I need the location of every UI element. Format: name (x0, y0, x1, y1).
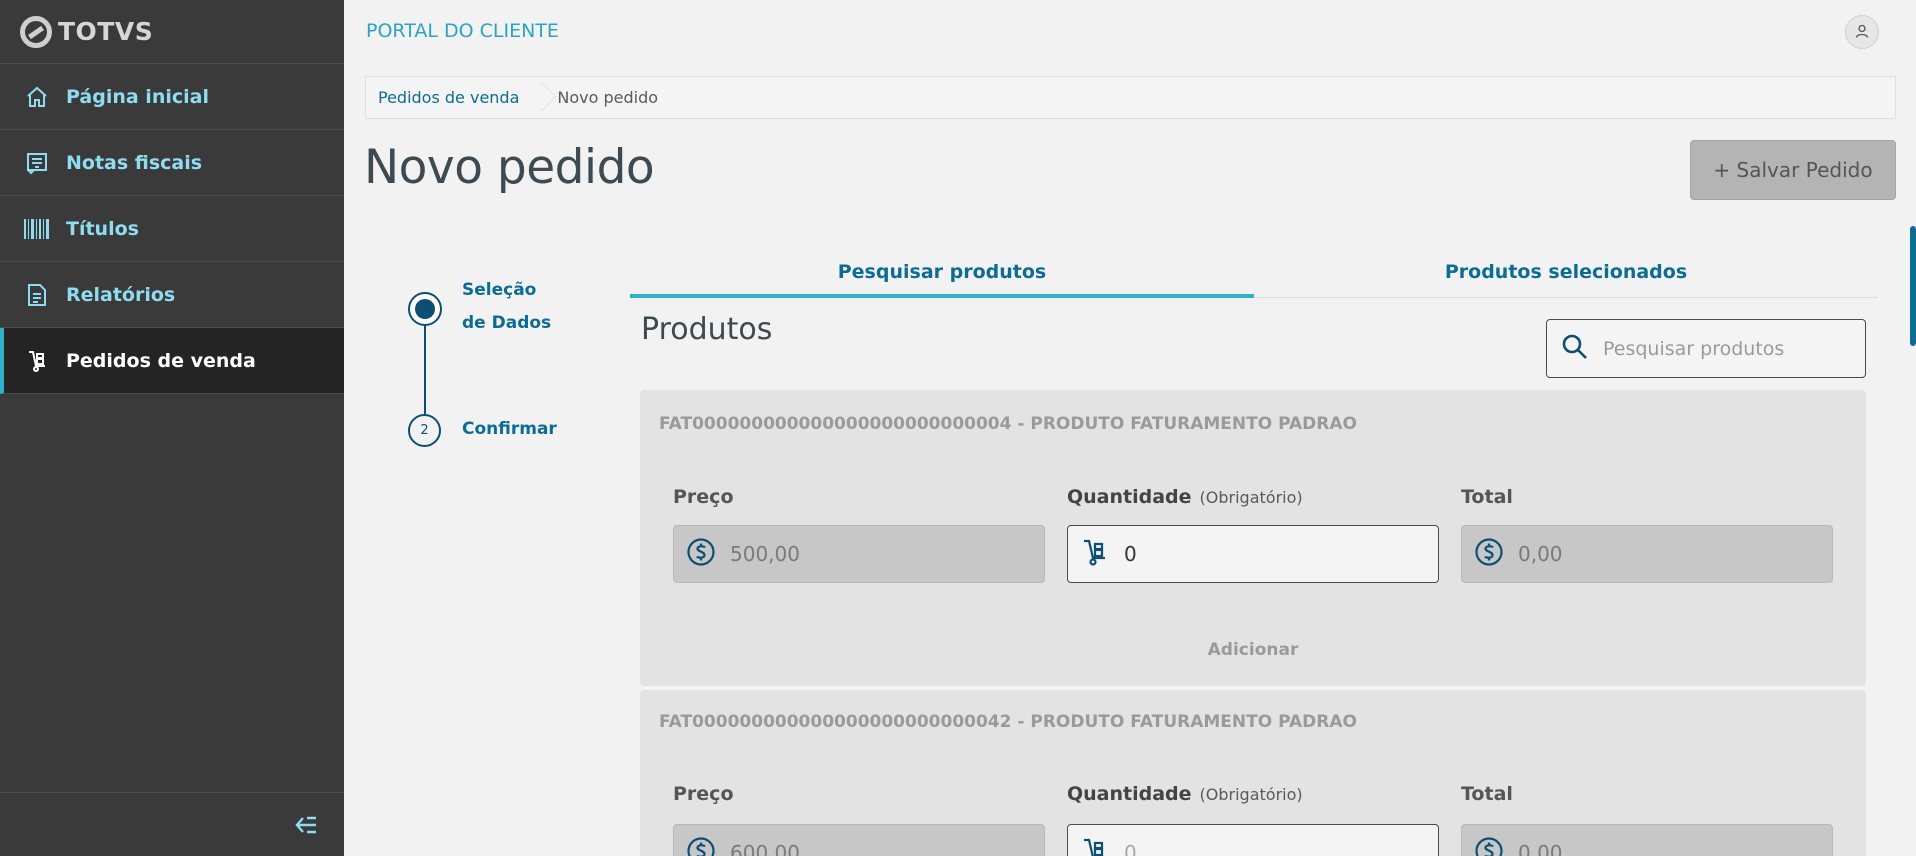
quantity-field[interactable]: 0 (1067, 525, 1439, 583)
sidebar-item-label: Notas fiscais (66, 151, 203, 174)
product-title: FAT000000000000000000000000004 - PRODUTO… (659, 414, 1357, 434)
search-icon (1561, 333, 1589, 365)
brand-name: TOTVS (58, 17, 154, 46)
dollar-icon (1474, 537, 1504, 571)
portal-title: PORTAL DO CLIENTE (366, 20, 559, 42)
total-field: 0,00 (1461, 525, 1833, 583)
step-1-label-line2[interactable]: de Dados (462, 307, 551, 340)
user-icon (1855, 23, 1869, 42)
required-hint: (Obrigatório) (1199, 488, 1303, 507)
total-label: Total (1461, 783, 1513, 805)
tab-pesquisar-produtos[interactable]: Pesquisar produtos (630, 246, 1254, 298)
tab-produtos-selecionados[interactable]: Produtos selecionados (1254, 246, 1878, 297)
search-input[interactable] (1603, 337, 1843, 360)
page-title: Novo pedido (364, 140, 655, 195)
receipt-icon (24, 150, 50, 176)
totvs-logo-icon (20, 15, 52, 48)
hand-truck-icon (24, 348, 50, 374)
step-2-indicator[interactable]: 2 (408, 414, 441, 447)
sidebar-item-pedidos-de-venda[interactable]: Pedidos de venda (0, 328, 344, 394)
product-search-box[interactable] (1546, 319, 1866, 378)
dollar-icon (686, 537, 716, 571)
sidebar-item-label: Títulos (66, 217, 139, 240)
brand-logo[interactable]: TOTVS (0, 0, 344, 64)
sidebar-item-label: Pedidos de venda (66, 349, 256, 372)
sidebar-item-titulos[interactable]: Títulos (0, 196, 344, 262)
scrollbar-thumb[interactable] (1910, 226, 1916, 346)
step-2-label[interactable]: Confirmar (462, 413, 557, 446)
hand-truck-icon (1080, 537, 1110, 571)
total-value: 0,00 (1518, 841, 1563, 856)
add-product-button[interactable]: Adicionar (640, 640, 1866, 660)
user-avatar[interactable] (1845, 15, 1879, 49)
quantity-label: Quantidade (Obrigatório) (1067, 486, 1303, 508)
quantity-field[interactable]: 0 (1067, 824, 1439, 856)
save-order-button[interactable]: + Salvar Pedido (1690, 140, 1896, 200)
sidebar-item-label: Relatórios (66, 283, 176, 306)
required-hint: (Obrigatório) (1199, 785, 1303, 804)
product-title: FAT000000000000000000000000042 - PRODUTO… (659, 712, 1357, 732)
breadcrumb-link-pedidos[interactable]: Pedidos de venda (378, 88, 519, 107)
step-1-label-line1[interactable]: Seleção (462, 274, 536, 307)
quantity-label-text: Quantidade (1067, 783, 1192, 805)
product-card: FAT000000000000000000000000004 - PRODUTO… (640, 390, 1866, 686)
quantity-placeholder[interactable]: 0 (1124, 841, 1137, 856)
quantity-label-text: Quantidade (1067, 486, 1192, 508)
breadcrumb: Pedidos de venda Novo pedido (365, 76, 1896, 119)
sidebar-item-label: Página inicial (66, 85, 209, 108)
sidebar-footer (0, 792, 344, 856)
step-1-indicator[interactable] (408, 292, 442, 326)
product-card: FAT000000000000000000000000042 - PRODUTO… (640, 690, 1866, 856)
total-label: Total (1461, 486, 1513, 508)
price-field: 500,00 (673, 525, 1045, 583)
sidebar-item-home[interactable]: Página inicial (0, 64, 344, 130)
breadcrumb-current: Novo pedido (557, 88, 659, 107)
total-field: 0,00 (1461, 824, 1833, 856)
breadcrumb-separator (531, 76, 543, 119)
barcode-icon (24, 216, 50, 242)
total-value: 0,00 (1518, 542, 1563, 566)
stepper-connector (424, 324, 426, 420)
hand-truck-icon (1080, 836, 1110, 856)
quantity-value[interactable]: 0 (1124, 542, 1137, 566)
price-value: 500,00 (730, 542, 800, 566)
tab-bar: Pesquisar produtos Produtos selecionados (630, 246, 1878, 298)
sidebar: TOTVS Página inicial Notas fiscais Títul… (0, 0, 344, 856)
price-field: 600,00 (673, 824, 1045, 856)
section-title: Produtos (641, 312, 773, 347)
dollar-icon (1474, 836, 1504, 856)
price-label: Preço (673, 783, 734, 805)
sidebar-item-relatorios[interactable]: Relatórios (0, 262, 344, 328)
dollar-icon (686, 836, 716, 856)
document-icon (24, 282, 50, 308)
sidebar-item-notas-fiscais[interactable]: Notas fiscais (0, 130, 344, 196)
home-icon (24, 84, 50, 110)
price-label: Preço (673, 486, 734, 508)
collapse-menu-icon[interactable] (292, 811, 320, 839)
price-value: 600,00 (730, 841, 800, 856)
quantity-label: Quantidade (Obrigatório) (1067, 783, 1303, 805)
